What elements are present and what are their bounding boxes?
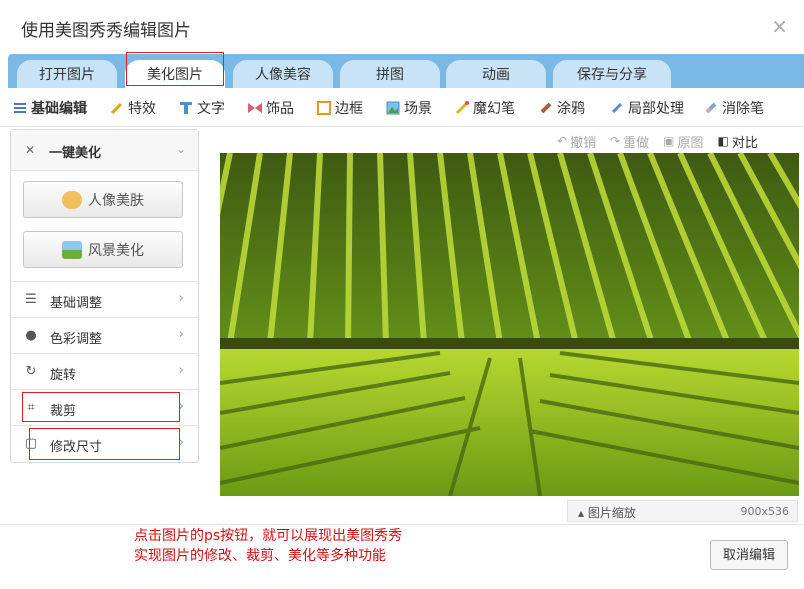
tab-portrait[interactable]: 人像美容: [233, 60, 333, 88]
tab-collage[interactable]: 拼图: [340, 60, 440, 88]
tool-local-process[interactable]: 局部处理: [610, 98, 684, 118]
portrait-skin-button[interactable]: 人像美肤: [23, 181, 183, 218]
canvas-toolbar: ↶ 撤销 ↷ 重做 ▣ 原图 ◧ 对比: [557, 129, 797, 153]
tab-save-share[interactable]: 保存与分享: [553, 60, 671, 88]
redo-icon: ↷: [610, 134, 621, 148]
tool-basic-edit[interactable]: 基础编辑: [13, 98, 87, 118]
tool-effects[interactable]: 特效: [110, 98, 156, 118]
dropper-icon: [610, 101, 624, 115]
text-t-icon: [179, 101, 193, 115]
wand-icon: ✕: [25, 143, 36, 157]
tab-highlight-box: [126, 52, 224, 86]
dialog-titlebar: 使用美图秀秀编辑图片 ×: [0, 0, 804, 54]
compare-icon: ◧: [717, 134, 729, 148]
row-rotate[interactable]: ↻ 旋转 ›: [11, 353, 198, 390]
annotation-note: 点击图片的ps按钮，就可以展现出美图秀秀 实现图片的修改、裁剪、美化等多种功能: [134, 528, 403, 564]
tool-text[interactable]: 文字: [179, 98, 225, 118]
bow-icon: [248, 101, 262, 115]
sliders-icon: ☰: [25, 292, 37, 307]
wand-icon: [110, 101, 124, 115]
tool-bar: 基础编辑 特效 文字 饰品 边框 场景 魔幻笔 涂鸦 局部处理 消除笔: [0, 88, 804, 127]
eraser-icon: [704, 101, 718, 115]
tool-eraser[interactable]: 消除笔: [704, 98, 764, 118]
original-button[interactable]: ▣ 原图: [663, 129, 703, 153]
cancel-edit-button[interactable]: 取消编辑: [710, 540, 788, 570]
chevron-right-icon: ›: [178, 363, 184, 378]
landscape-icon: [62, 240, 82, 259]
zoom-status-bar[interactable]: ▴ 图片缩放 900x536: [567, 500, 798, 522]
compare-button[interactable]: ◧ 对比: [718, 129, 758, 153]
tab-open-image[interactable]: 打开图片: [17, 60, 117, 88]
original-icon: ▣: [663, 134, 675, 148]
chevron-right-icon: ›: [178, 327, 184, 342]
edited-photo[interactable]: [220, 153, 799, 496]
crop-highlight-box: [22, 392, 180, 422]
brush-icon: [539, 101, 553, 115]
scene-icon: [386, 101, 400, 115]
tool-accessories[interactable]: 饰品: [248, 98, 294, 118]
undo-icon: ↶: [557, 134, 568, 148]
palette-icon: ●: [25, 328, 37, 343]
caret-up-icon: ▴: [578, 506, 585, 520]
scenery-beautify-button[interactable]: 风景美化: [23, 231, 183, 268]
magic-pen-icon: [455, 101, 469, 115]
chevron-right-icon: ›: [178, 291, 184, 306]
chevron-down-icon: ⌄: [175, 142, 186, 156]
tool-graffiti[interactable]: 涂鸦: [539, 98, 585, 118]
tea-field-image: [220, 153, 799, 496]
portrait-icon: [62, 190, 82, 209]
row-color-adjust[interactable]: ● 色彩调整 ›: [11, 317, 198, 354]
tool-magic-pen[interactable]: 魔幻笔: [455, 98, 515, 118]
resize-highlight-box: [29, 428, 180, 460]
tab-animation[interactable]: 动画: [446, 60, 546, 88]
row-basic-adjust[interactable]: ☰ 基础调整 ›: [11, 281, 198, 318]
one-click-beautify-header[interactable]: ✕ 一键美化 ⌄: [11, 130, 198, 171]
sliders-icon: [13, 101, 27, 115]
close-icon[interactable]: ×: [771, 14, 788, 38]
image-size: 900x536: [740, 505, 789, 518]
undo-button[interactable]: ↶ 撤销: [557, 129, 596, 153]
rotate-icon: ↻: [25, 364, 37, 379]
tool-scene[interactable]: 场景: [386, 98, 432, 118]
tool-border[interactable]: 边框: [317, 98, 363, 118]
frame-icon: [317, 101, 331, 115]
dialog-title: 使用美图秀秀编辑图片: [21, 21, 191, 41]
main-tabs: 打开图片 美化图片 人像美容 拼图 动画 保存与分享: [0, 54, 804, 88]
redo-button[interactable]: ↷ 重做: [610, 129, 649, 153]
